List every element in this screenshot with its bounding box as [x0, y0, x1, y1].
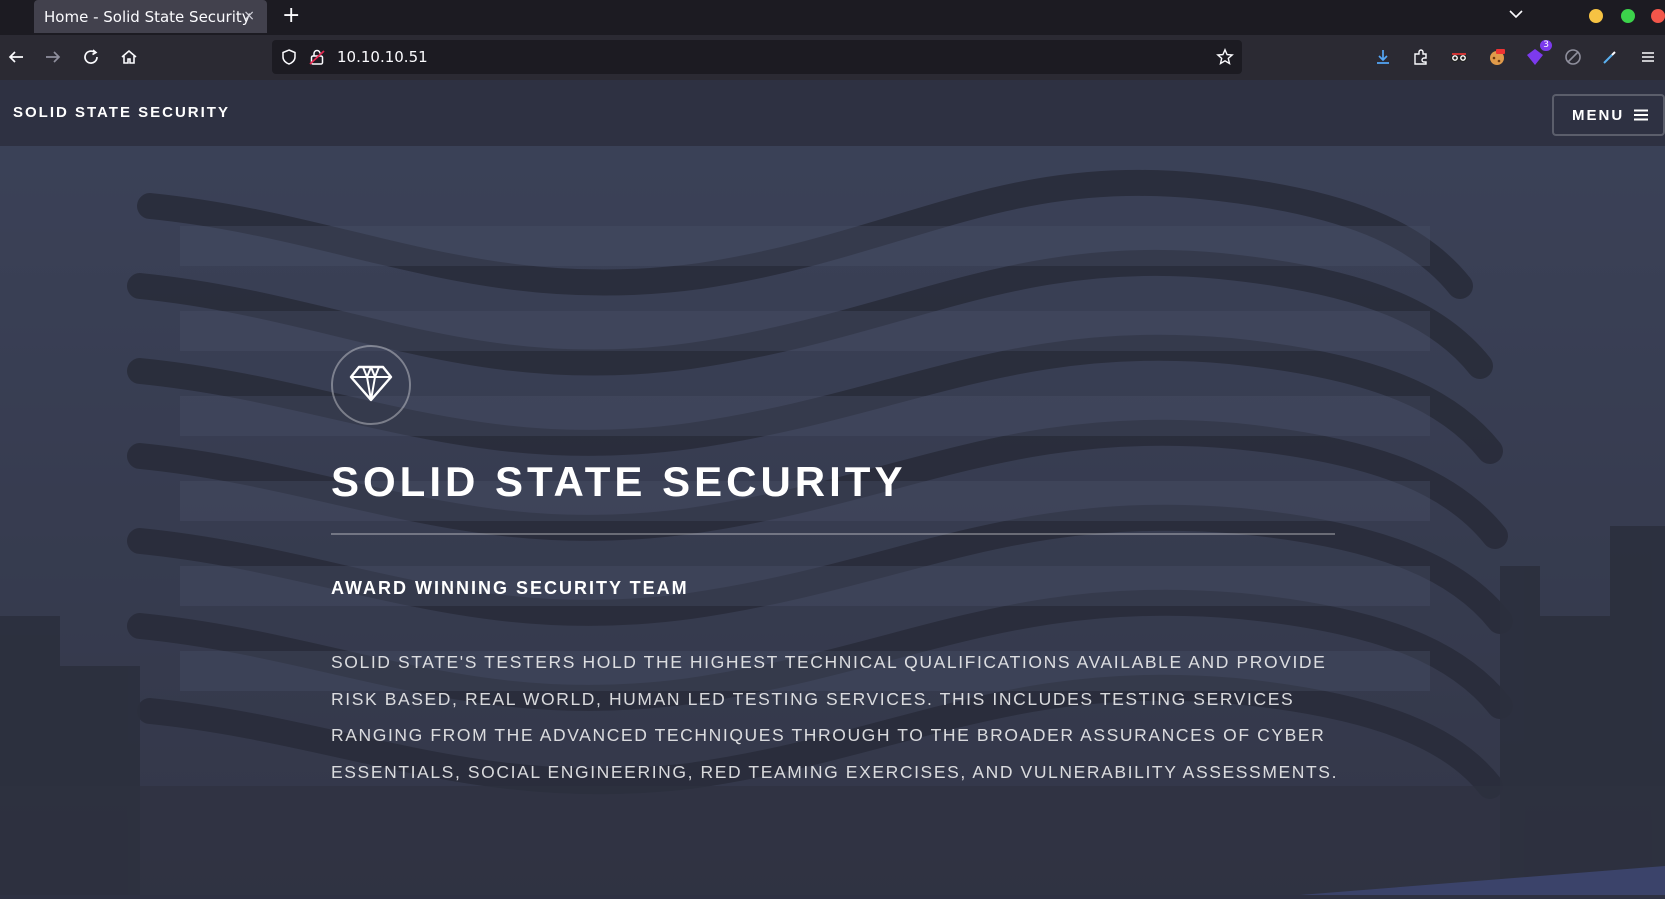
menu-label: MENU: [1572, 106, 1625, 124]
back-arrow-icon[interactable]: [4, 45, 28, 69]
forward-arrow-icon[interactable]: [41, 45, 65, 69]
site-title-link[interactable]: SOLID STATE SECURITY: [13, 104, 230, 121]
tab-close-icon[interactable]: ×: [243, 8, 255, 24]
downloads-icon[interactable]: [1372, 46, 1394, 68]
spy-extension-icon[interactable]: [1448, 46, 1470, 68]
hero-banner: SOLID STATE SECURITY AWARD WINNING SECUR…: [0, 146, 1665, 899]
hero-description: SOLID STATE'S TESTERS HOLD THE HIGHEST T…: [331, 652, 1339, 782]
web-page: SOLID STATE SECURITY MENU SOLID STATE SE…: [0, 80, 1665, 899]
tab-title: Home - Solid State Security: [44, 7, 251, 26]
new-tab-button[interactable]: +: [282, 4, 300, 28]
cookie-extension-icon[interactable]: [1486, 46, 1508, 68]
extensions-puzzle-icon[interactable]: [1410, 46, 1432, 68]
window-maximize-button[interactable]: [1621, 9, 1635, 23]
hamburger-icon: [1634, 106, 1649, 125]
diamond-icon: [349, 363, 393, 407]
address-bar[interactable]: 10.10.10.51: [272, 40, 1242, 74]
tracking-shield-icon[interactable]: [280, 48, 298, 70]
logo-circle: [331, 345, 411, 425]
reload-icon[interactable]: [79, 45, 103, 69]
page-bottom-edge: [0, 895, 1665, 899]
home-icon[interactable]: [117, 45, 141, 69]
hero-subtitle: AWARD WINNING SECURITY TEAM: [331, 578, 689, 598]
browser-tab-bar: Home - Solid State Security × +: [0, 0, 1665, 35]
hero-title: SOLID STATE SECURITY: [331, 458, 907, 505]
menu-button[interactable]: MENU: [1552, 94, 1665, 136]
app-menu-hamburger-icon[interactable]: [1637, 46, 1659, 68]
browser-tab[interactable]: Home - Solid State Security ×: [34, 0, 267, 33]
list-all-tabs-icon[interactable]: [1508, 6, 1524, 26]
window-minimize-button[interactable]: [1589, 9, 1603, 23]
extension-badge: 3: [1540, 40, 1552, 51]
insecure-lock-icon[interactable]: [308, 48, 326, 70]
bookmark-star-icon[interactable]: [1216, 48, 1234, 70]
blocked-extension-icon[interactable]: [1562, 46, 1584, 68]
eyedropper-extension-icon[interactable]: [1599, 46, 1621, 68]
browser-nav-bar: 10.10.10.51 3: [0, 35, 1665, 80]
hero-divider: [331, 533, 1335, 535]
site-header: SOLID STATE SECURITY MENU: [0, 80, 1665, 146]
window-close-button[interactable]: [1651, 9, 1665, 23]
purple-extension-icon[interactable]: 3: [1524, 40, 1552, 68]
url-text[interactable]: 10.10.10.51: [337, 48, 428, 66]
